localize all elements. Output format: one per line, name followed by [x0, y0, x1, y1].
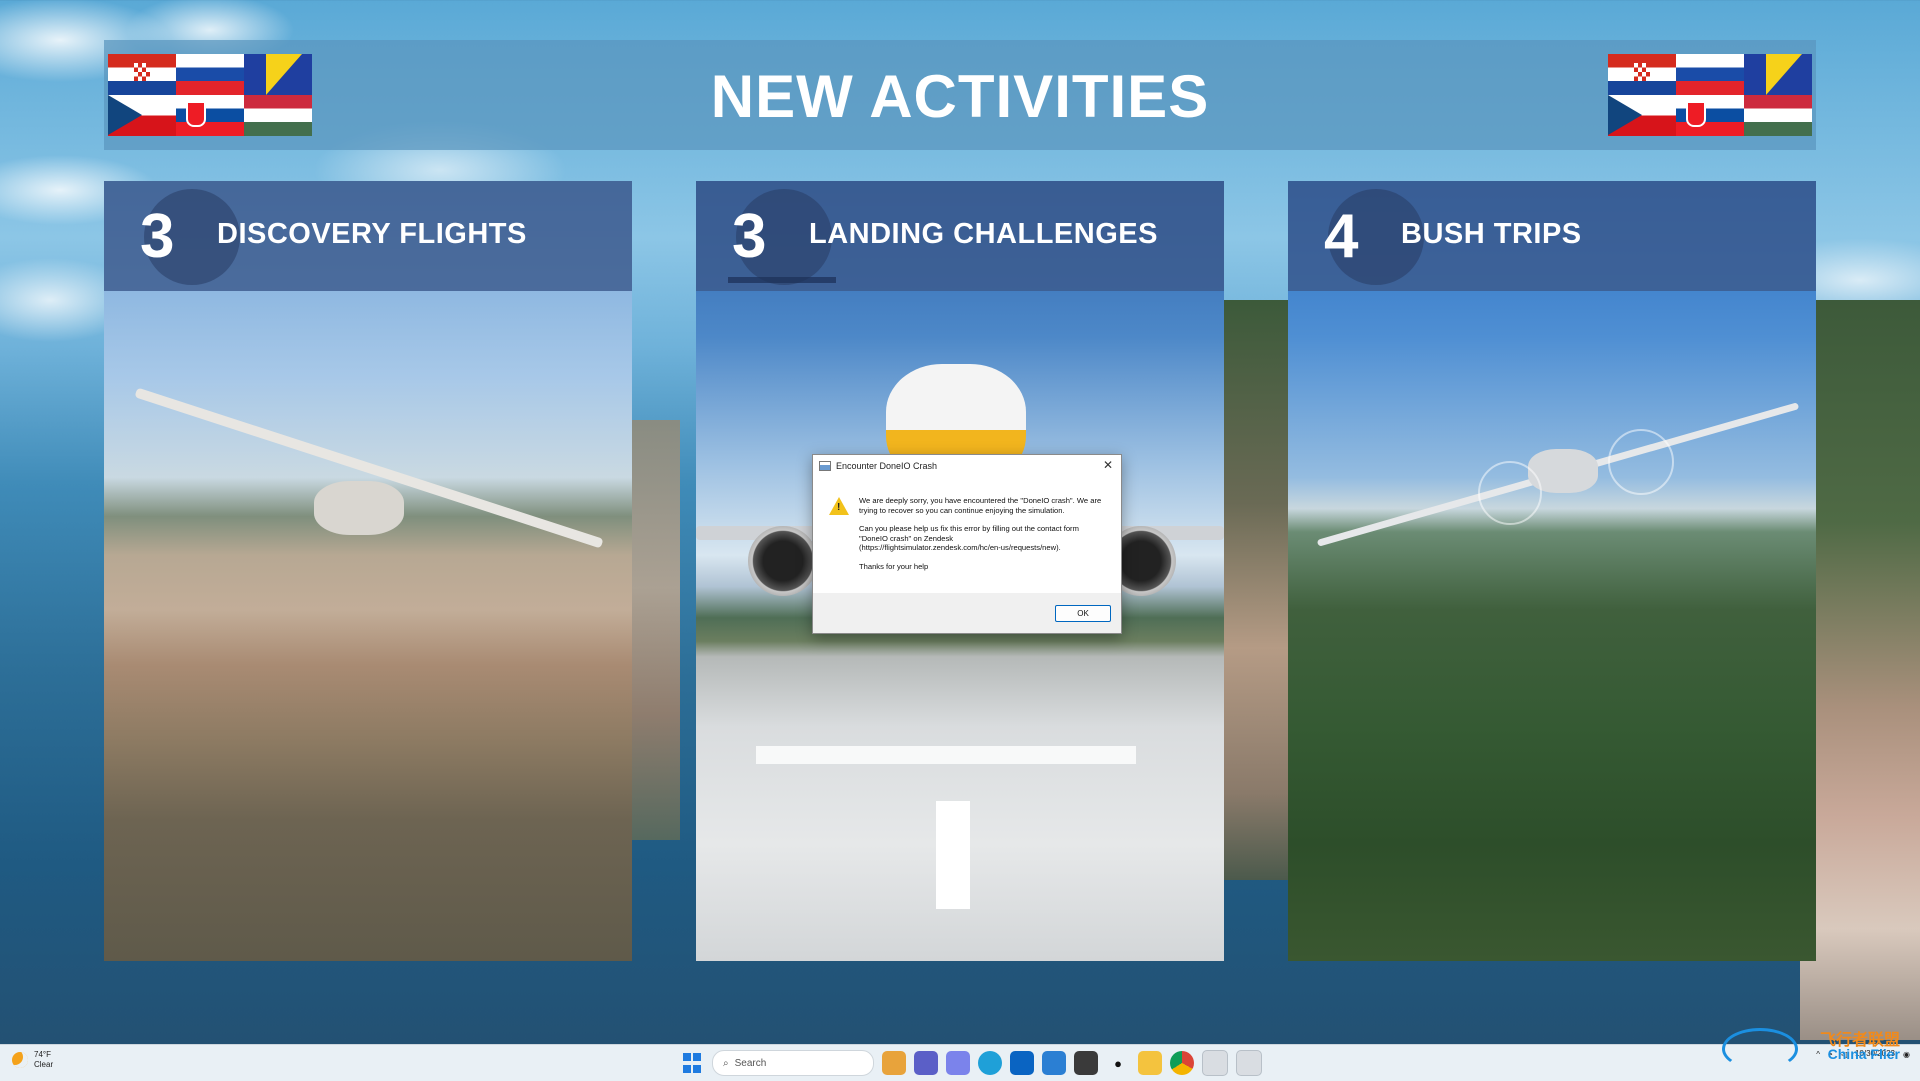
dialog-message-apology: We are deeply sorry, you have encountere…	[859, 496, 1102, 515]
weather-widget[interactable]: 74°F Clear	[12, 1050, 53, 1070]
croatia-flag-icon	[1608, 54, 1676, 95]
engine-left-shape	[748, 526, 818, 596]
ok-button[interactable]: OK	[1055, 605, 1111, 622]
activity-title: LANDING CHALLENGES	[809, 218, 1158, 250]
card-header: 3 DISCOVERY FLIGHTS	[104, 181, 632, 291]
background-coastline-middle	[1220, 300, 1290, 880]
activity-title: DISCOVERY FLIGHTS	[217, 218, 527, 250]
weather-text: 74°F Clear	[34, 1050, 53, 1070]
propeller-disc-left	[1478, 461, 1542, 525]
weather-condition: Clear	[34, 1060, 54, 1069]
files-icon[interactable]	[882, 1051, 906, 1075]
page-title: NEW ACTIVITIES	[710, 63, 1210, 130]
progress-underline	[728, 277, 836, 283]
watermark-en-text: China Flier	[1827, 1046, 1900, 1062]
flags-right	[1608, 54, 1812, 136]
card-header: 4 BUSH TRIPS	[1288, 181, 1816, 291]
discovery-flight-photo	[104, 181, 632, 961]
outlook-icon[interactable]	[1010, 1051, 1034, 1075]
edge-icon[interactable]	[978, 1051, 1002, 1075]
hungary-flag-icon	[1744, 95, 1812, 136]
propeller-disc-right	[1608, 429, 1674, 495]
flightsim-icon[interactable]	[1202, 1050, 1228, 1076]
dialog-footer: OK	[813, 593, 1121, 633]
taskbar: 74°F Clear ⌕ Search ● ^ ◔ ◁ 10/30/2023 ◉	[0, 1044, 1920, 1081]
chat-icon[interactable]	[946, 1051, 970, 1075]
close-icon[interactable]: ✕	[1101, 458, 1115, 472]
store-icon[interactable]	[1042, 1051, 1066, 1075]
card-bush-trips[interactable]: 4 BUSH TRIPS	[1288, 181, 1816, 961]
watermark: 飞行者联盟 China Flier	[1712, 1020, 1912, 1070]
start-icon[interactable]	[680, 1051, 704, 1075]
dialog-title: Encounter DoneIO Crash	[836, 461, 938, 471]
slovenia-flag-icon	[1676, 54, 1744, 95]
warning-icon: !	[829, 497, 849, 515]
taskbar-search[interactable]: ⌕ Search	[712, 1050, 874, 1076]
activity-count: 4	[1324, 202, 1359, 271]
background-coastline-right	[1800, 300, 1920, 1040]
bush-trip-photo	[1288, 181, 1816, 961]
chrome-icon[interactable]	[1170, 1051, 1194, 1075]
header-banner: NEW ACTIVITIES	[104, 40, 1816, 150]
dialog-body: ! We are deeply sorry, you have encounte…	[813, 477, 1121, 591]
weather-temperature: 74°F	[34, 1050, 51, 1059]
dialog-message: We are deeply sorry, you have encountere…	[859, 496, 1109, 581]
card-header: 3 LANDING CHALLENGES	[696, 181, 1224, 291]
dialog-message-request: Can you please help us fix this error by…	[859, 524, 1079, 553]
error-dialog: Encounter DoneIO Crash ✕ ! We are deeply…	[812, 454, 1122, 634]
photos-icon[interactable]	[1074, 1051, 1098, 1075]
runway-centerline	[936, 801, 970, 909]
teams-icon[interactable]	[914, 1051, 938, 1075]
slovakia-flag-icon	[1676, 95, 1744, 136]
czechia-flag-icon	[1608, 95, 1676, 136]
card-discovery-flights[interactable]: 3 DISCOVERY FLIGHTS	[104, 181, 632, 961]
app-icon[interactable]	[1236, 1050, 1262, 1076]
window-app-icon	[819, 461, 831, 471]
activity-count: 3	[140, 202, 175, 271]
explorer-icon[interactable]	[1138, 1051, 1162, 1075]
activity-title: BUSH TRIPS	[1401, 218, 1582, 250]
search-placeholder: Search	[734, 1057, 767, 1069]
taskbar-apps: ⌕ Search ●	[680, 1049, 1262, 1077]
watermark-logo-icon	[1722, 1028, 1798, 1070]
alienware-icon[interactable]: ●	[1106, 1051, 1130, 1075]
dialog-titlebar[interactable]: Encounter DoneIO Crash	[813, 455, 1121, 477]
activity-count: 3	[732, 202, 767, 271]
plane-fuselage-shape	[314, 481, 404, 535]
moon-icon	[12, 1052, 28, 1068]
bosnia-flag-icon	[1744, 54, 1812, 95]
dialog-message-thanks: Thanks for your help	[859, 561, 929, 571]
search-icon: ⌕	[723, 1057, 729, 1069]
runway-marking	[756, 746, 1136, 764]
